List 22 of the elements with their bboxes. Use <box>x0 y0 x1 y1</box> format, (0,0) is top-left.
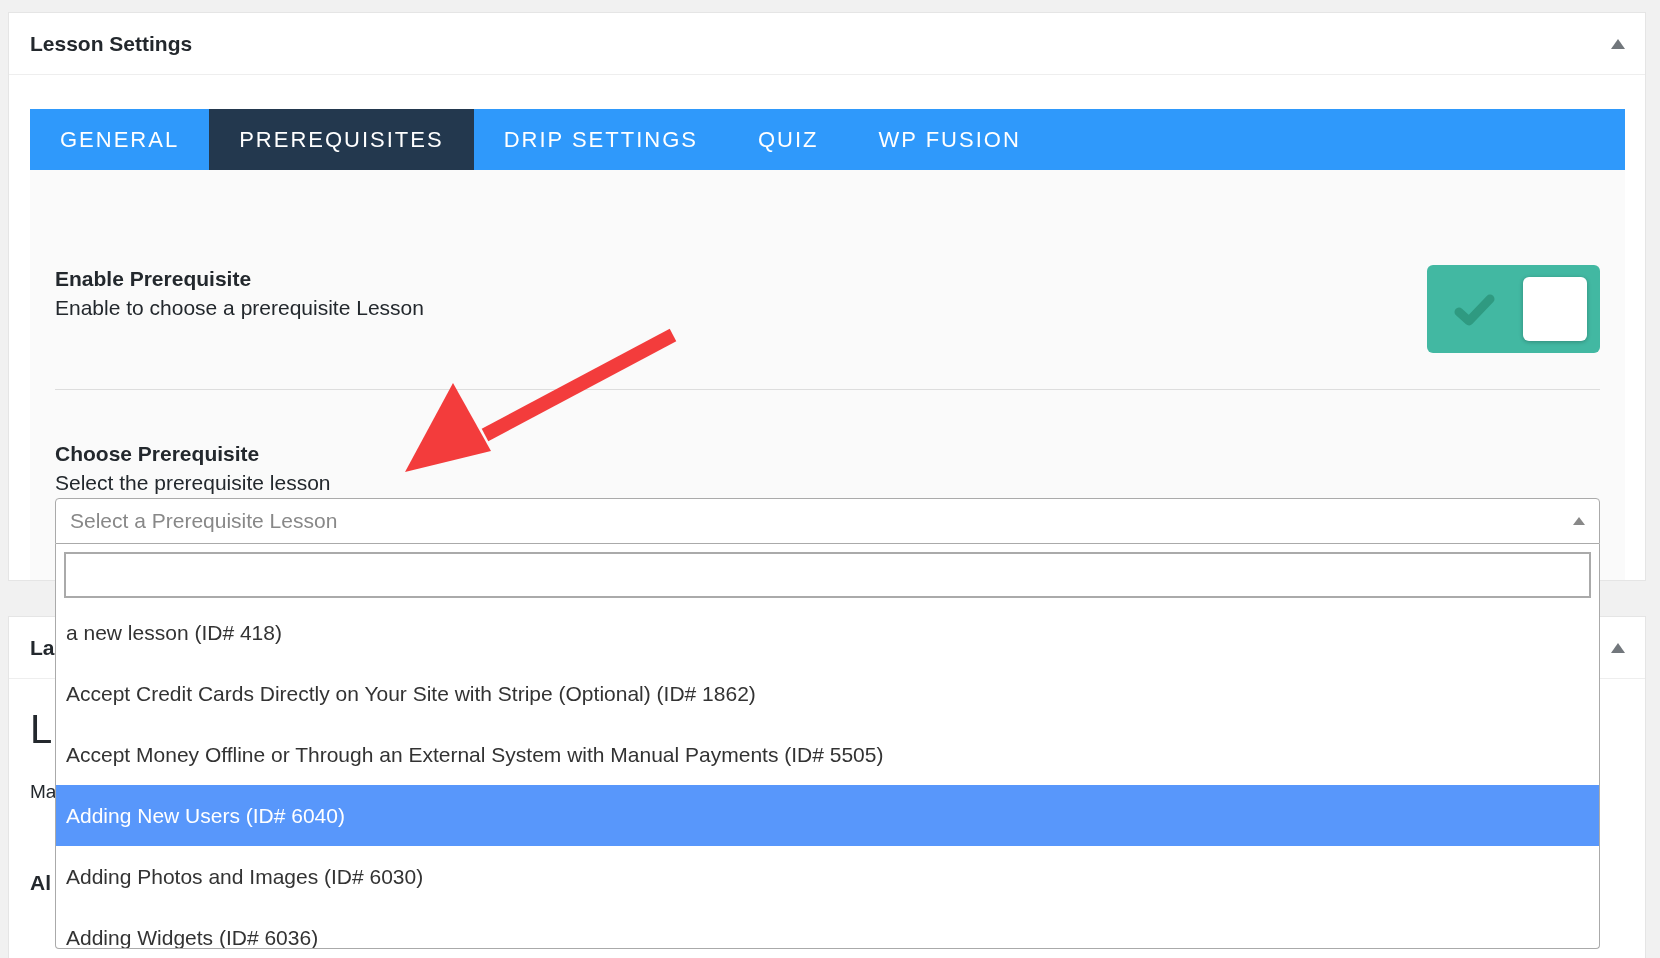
dropdown-option[interactable]: Accept Money Offline or Through an External System with Manual Payments (ID# 5505) <box>56 724 1599 785</box>
dropdown-option[interactable]: Adding Photos and Images (ID# 6030) <box>56 846 1599 907</box>
checkmark-icon <box>1453 292 1497 326</box>
field-label: Al <box>30 871 51 895</box>
panel-title: Lesson Settings <box>30 31 193 56</box>
collapse-icon[interactable] <box>1611 38 1625 49</box>
search-field[interactable] <box>64 552 1591 598</box>
setting-description: Enable to choose a prerequisite Lesson <box>55 295 424 321</box>
tab[interactable]: PREREQUISITES <box>209 109 474 170</box>
dropdown-option[interactable]: a new lesson (ID# 418) <box>56 602 1599 663</box>
setting-title: Choose Prerequisite <box>55 441 261 467</box>
setting-title: Enable Prerequisite <box>55 266 253 292</box>
select-dropdown[interactable]: Select a Prerequisite Lesson <box>55 498 1600 544</box>
panel-title: La <box>30 635 55 660</box>
body-text: Ma <box>30 781 57 803</box>
setting-description: Select the prerequisite lesson <box>55 470 332 496</box>
heading: L <box>30 706 53 753</box>
toggle-switch[interactable] <box>1427 265 1600 353</box>
collapse-icon[interactable] <box>1611 642 1625 653</box>
caret-icon <box>1573 517 1585 525</box>
dropdown-option[interactable]: Adding Widgets (ID# 6036) <box>56 907 1599 948</box>
dropdown-option[interactable]: Accept Credit Cards Directly on Your Site with Stripe (Optional) (ID# 1862) <box>56 663 1599 724</box>
